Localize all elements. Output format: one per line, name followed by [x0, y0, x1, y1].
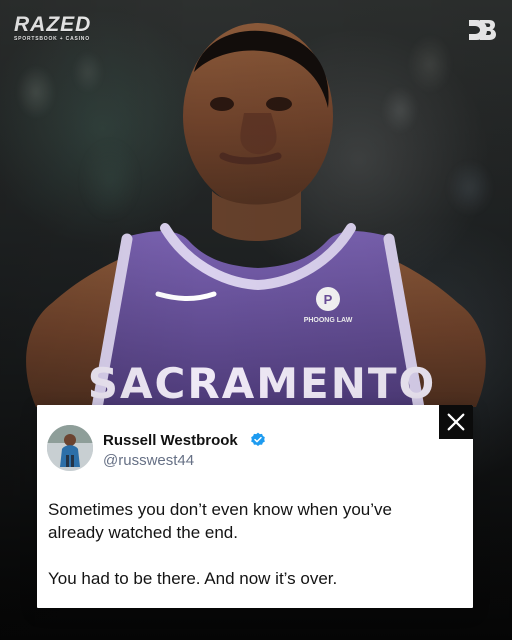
avatar — [47, 425, 93, 471]
tweet-card: Russell Westbrook @russwest44 Sometimes … — [37, 405, 473, 608]
author-name: Russell Westbrook — [103, 432, 238, 449]
avatar-person-icon — [47, 425, 93, 471]
x-logo-icon — [447, 413, 465, 431]
x-badge — [439, 405, 473, 439]
tweet-body: Sometimes you don’t even know when you’v… — [48, 500, 392, 588]
author-handle: @russwest44 — [103, 452, 195, 469]
social-graphic: RAZED SPORTSBOOK + CASINO P PHOONG LAW S… — [0, 0, 512, 640]
verified-badge-icon — [251, 432, 265, 446]
